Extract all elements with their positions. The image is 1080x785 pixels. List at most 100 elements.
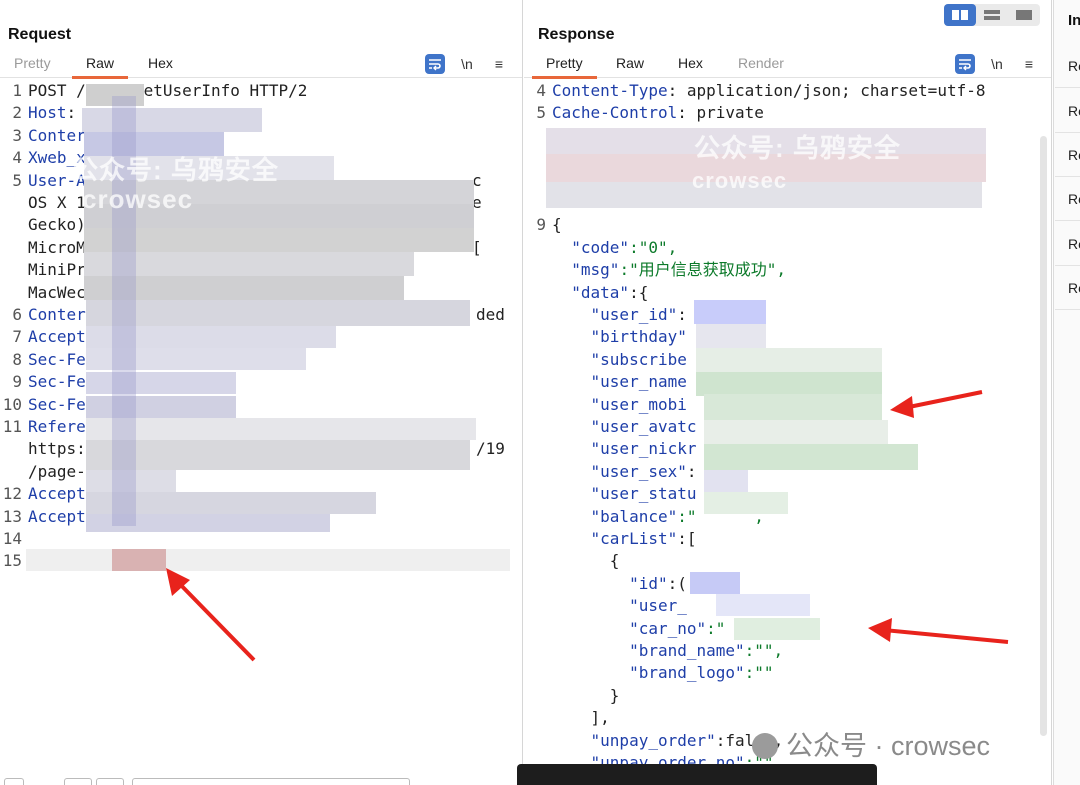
scrollbar[interactable]: [1040, 136, 1047, 736]
search-input[interactable]: [132, 778, 410, 785]
code-line: ],: [524, 707, 610, 729]
code-line: "user_name ,: [524, 371, 851, 393]
split-horizontal-icon[interactable]: [944, 4, 976, 26]
code-line: "msg":"用户信息获取成功",: [524, 259, 786, 281]
code-key: user_id: [28, 551, 96, 571]
code-line: MiniPr: [0, 259, 86, 281]
newline-icon[interactable]: \n: [457, 54, 477, 74]
code-key: Content-Type: [552, 81, 668, 100]
footer-watermark: 公众号 · crowsec: [752, 724, 990, 763]
code-line: "brand_logo":"": [524, 662, 774, 684]
code-line: 9 Sec-Fe: [0, 371, 86, 393]
inspector-item[interactable]: Re: [1055, 222, 1080, 266]
code-line: 2 Host:: [0, 102, 76, 124]
code-key: "msg": [552, 260, 620, 280]
code-text: =5: [95, 551, 115, 571]
back-button[interactable]: [64, 778, 92, 785]
code-key: "user_avatc: [552, 417, 697, 436]
code-line: "brand_name":"",: [524, 640, 783, 662]
code-line: https:: [0, 438, 86, 460]
code-line: Gecko): [0, 214, 86, 236]
code-line: /page-: [0, 461, 86, 483]
code-line: 1 POST / /getUserInfo HTTP/2: [0, 80, 307, 102]
code-key: Sec-Fe: [28, 394, 86, 414]
code-key: Conter: [28, 305, 86, 324]
code-key: Xweb_x: [28, 148, 86, 168]
fragment-text: [: [472, 238, 482, 257]
code-line: "code":"0",: [524, 237, 677, 259]
code-text: :{: [629, 282, 649, 302]
code-text: {: [552, 215, 562, 235]
tab-raw[interactable]: Raw: [71, 55, 129, 79]
tab-hex[interactable]: Hex: [676, 55, 705, 71]
newline-icon[interactable]: \n: [987, 54, 1007, 74]
wrap-icon[interactable]: [955, 54, 975, 74]
line-number: 1: [12, 81, 22, 100]
code-line: MicroM: [0, 237, 86, 259]
code-key: "carList": [552, 529, 678, 548]
code-text: :"": [744, 663, 774, 683]
code-key: "birthday": [552, 327, 687, 347]
code-text: :"0",: [629, 237, 678, 257]
line-number: 6: [12, 305, 22, 324]
code-key: "code": [552, 237, 630, 257]
code-text: MicroM: [28, 237, 86, 257]
code-text: :"",: [744, 641, 784, 660]
code-text: Gecko): [28, 215, 86, 235]
code-key: Cache-Control: [552, 103, 678, 123]
code-key: "user_: [552, 596, 687, 616]
code-line: 6 Conter: [0, 304, 86, 326]
code-line: 10 Sec-Fe: [0, 394, 86, 416]
code-key: Sec-Fe: [28, 372, 86, 392]
inspector-item[interactable]: Re: [1055, 266, 1080, 310]
menu-icon[interactable]: ≡: [489, 54, 509, 74]
code-key: "brand_logo": [552, 663, 745, 683]
code-key: "user_nickr: [552, 439, 697, 459]
code-line: "car_no":" ",: [524, 618, 802, 640]
line-number: 11: [2, 417, 22, 436]
inspector-item[interactable]: Re: [1055, 89, 1080, 133]
code-key: "balance": [552, 506, 678, 526]
request-editor[interactable]: 1 POST / /getUserInfo HTTP/2 2 Host: 3 Conter…: [0, 80, 522, 775]
tab-pretty[interactable]: Pretty: [532, 55, 597, 79]
code-key: "car_no": [552, 618, 707, 638]
line-number: 14: [2, 529, 22, 548]
response-title: Response: [538, 26, 615, 43]
code-text: }: [552, 685, 620, 705]
response-editor[interactable]: 4 Content-Type: application/json; charset…: [524, 80, 1051, 775]
line-number: 13: [2, 506, 22, 526]
code-line: 7 Accept: [0, 326, 85, 348]
line-number: 3: [12, 125, 22, 145]
response-pane: Response Pretty Raw Hex Render \n ≡ 4 Con…: [524, 0, 1052, 785]
forward-button[interactable]: [96, 778, 124, 785]
help-icon[interactable]: [4, 778, 24, 785]
single-pane-icon[interactable]: [1008, 4, 1040, 26]
code-line: "unpay_order":false,: [524, 730, 784, 752]
code-text: MacWec: [28, 282, 86, 302]
split-vertical-icon[interactable]: [976, 4, 1008, 26]
request-tabbar: Pretty Raw Hex \n ≡: [0, 52, 522, 79]
tab-pretty[interactable]: Pretty: [12, 55, 53, 71]
tab-hex[interactable]: Hex: [146, 55, 175, 71]
menu-icon[interactable]: ≡: [1019, 54, 1039, 74]
code-text: :: [677, 305, 687, 324]
code-line: 9{: [524, 214, 562, 236]
line-number: 5: [12, 170, 22, 190]
code-key: Refere: [28, 417, 86, 436]
inspector-item[interactable]: Re: [1055, 133, 1080, 177]
tab-render[interactable]: Render: [736, 55, 786, 71]
code-line: {: [524, 550, 620, 572]
code-line: MacWec: [0, 282, 86, 304]
code-text: :" ,: [677, 506, 764, 526]
wrap-icon[interactable]: [425, 54, 445, 74]
request-title: Request: [8, 26, 72, 43]
inspector-item[interactable]: Re: [1055, 44, 1080, 88]
line-number: 15: [2, 551, 22, 571]
tab-raw[interactable]: Raw: [614, 55, 646, 71]
response-tabbar: Pretty Raw Hex Render \n ≡: [524, 52, 1051, 79]
inspector-title: In: [1068, 12, 1080, 29]
inspector-item[interactable]: Re: [1055, 177, 1080, 221]
